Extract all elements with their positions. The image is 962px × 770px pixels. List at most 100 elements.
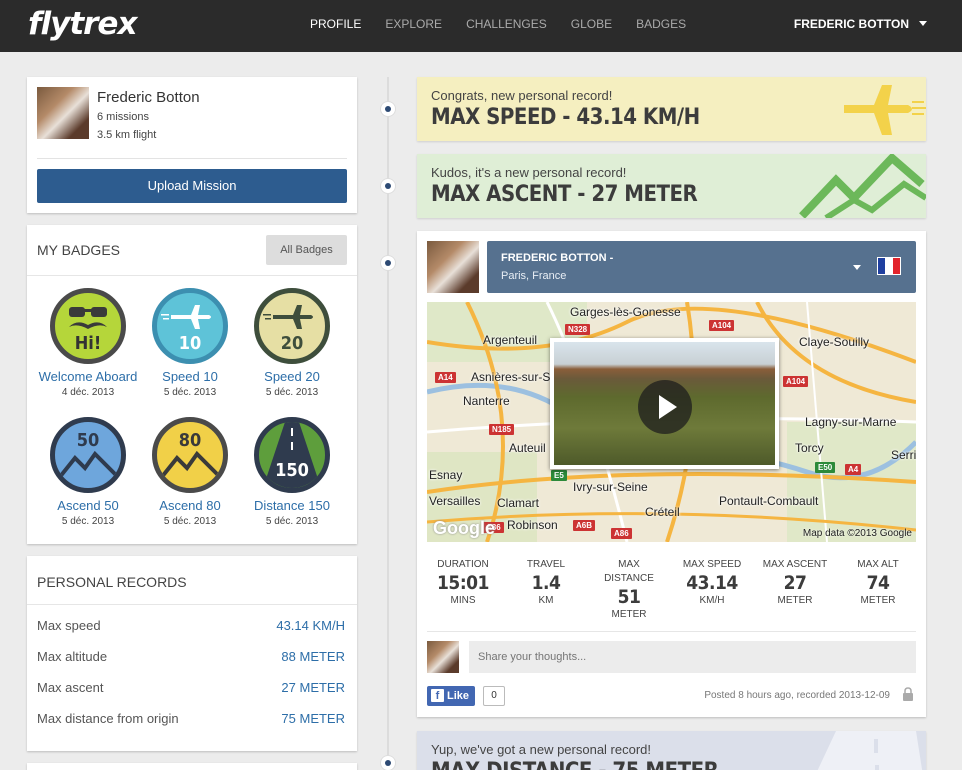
stat-unit: METER xyxy=(611,609,647,620)
badge-label[interactable]: Ascend 50 xyxy=(38,498,138,513)
badge-label[interactable]: Speed 20 xyxy=(242,369,342,384)
profile-name: Frederic Botton xyxy=(97,89,200,106)
posted-info: Posted 8 hours ago, recorded 2013-12-09 xyxy=(704,690,890,701)
badges-title: MY BADGES xyxy=(37,242,120,258)
record-row-max-altitude: Max altitude 88 METER xyxy=(37,649,345,664)
banner-title: MAX ASCENT - 27 METER xyxy=(431,182,698,207)
badge-distance-150[interactable]: 150 Distance 150 5 déc. 2013 xyxy=(242,417,342,527)
badge-text: Hi! xyxy=(74,333,102,354)
stat-unit: MINS xyxy=(450,595,476,606)
user-menu[interactable]: FREDERIC BOTTON xyxy=(794,0,927,48)
record-label: Max speed xyxy=(37,618,101,633)
badge-ascend-50[interactable]: 50 Ascend 50 5 déc. 2013 xyxy=(38,417,138,527)
mountain-icon xyxy=(159,450,221,480)
stat-travel: TRAVEL 1.4 KM xyxy=(504,558,588,608)
road-tag: A104 xyxy=(783,376,809,387)
badge-date: 4 déc. 2013 xyxy=(61,387,115,398)
chevron-down-icon[interactable] xyxy=(853,265,861,270)
play-icon[interactable] xyxy=(638,380,692,434)
record-value[interactable]: 43.14 KM/H xyxy=(276,618,345,633)
record-value[interactable]: 27 METER xyxy=(281,680,345,695)
map-place-label: Robinson xyxy=(507,518,558,532)
record-banner-ascent: Kudos, it's a new personal record! MAX A… xyxy=(417,154,926,218)
divider xyxy=(37,158,347,159)
badge-date: 5 déc. 2013 xyxy=(265,516,319,527)
timeline-dot xyxy=(381,102,395,116)
records-title: PERSONAL RECORDS xyxy=(37,574,187,590)
facebook-icon: f xyxy=(431,689,444,702)
map-place-label: Nanterre xyxy=(463,394,510,408)
map-place-label: Auteuil xyxy=(509,441,546,455)
flytrex-logo[interactable]: flytrex xyxy=(28,6,137,42)
map-attribution[interactable]: Map data ©2013 Google xyxy=(803,528,912,539)
banner-title: MAX SPEED - 43.14 KM/H xyxy=(431,105,700,130)
road-tag: E5 xyxy=(551,470,567,481)
avatar[interactable] xyxy=(37,87,89,139)
badge-ascend-80[interactable]: 80 Ascend 80 5 déc. 2013 xyxy=(140,417,240,527)
stat-value: 74 xyxy=(866,572,890,594)
flight-video-thumbnail[interactable] xyxy=(550,338,779,469)
like-count: 0 xyxy=(483,686,505,706)
comment-input[interactable] xyxy=(469,641,916,673)
banner-subtitle: Kudos, it's a new personal record! xyxy=(431,165,627,180)
flight-map[interactable]: Garges-lès-Gonesse Argenteuil Claye-Soui… xyxy=(427,302,916,542)
divider xyxy=(27,604,357,605)
nav-profile[interactable]: PROFILE xyxy=(310,0,361,52)
badge-text: 10 xyxy=(178,333,202,354)
nav-explore[interactable]: EXPLORE xyxy=(385,0,442,52)
like-label: Like xyxy=(447,690,470,702)
facebook-like-button[interactable]: f Like xyxy=(427,686,475,706)
banner-subtitle: Congrats, new personal record! xyxy=(431,88,613,103)
badge-speed20-icon: 20 xyxy=(254,288,330,364)
record-value[interactable]: 75 METER xyxy=(281,711,345,726)
badge-label[interactable]: Distance 150 xyxy=(242,498,342,513)
record-value[interactable]: 88 METER xyxy=(281,649,345,664)
road-tag: A6B xyxy=(573,520,596,531)
map-place-label: Claye-Souilly xyxy=(799,335,870,349)
all-badges-button[interactable]: All Badges xyxy=(266,235,347,265)
upload-mission-button[interactable]: Upload Mission xyxy=(37,169,347,203)
profile-flight: 3.5 km flight xyxy=(97,129,157,141)
banner-subtitle: Yup, we've got a new personal record! xyxy=(431,742,652,757)
badge-ascend80-icon: 80 xyxy=(152,417,228,493)
timeline-dot xyxy=(381,256,395,270)
stat-value: 51 xyxy=(617,586,641,608)
badge-speed-10[interactable]: 10 Speed 10 5 déc. 2013 xyxy=(140,288,240,398)
profile-card: Frederic Botton 6 missions 3.5 km flight… xyxy=(27,77,357,213)
badge-text: 150 xyxy=(275,460,309,481)
nav-challenges[interactable]: CHALLENGES xyxy=(466,0,547,52)
stat-duration: DURATION 15:01 MINS xyxy=(421,558,505,608)
map-place-label: Esnay xyxy=(429,468,463,482)
record-label: Max altitude xyxy=(37,649,108,664)
stat-value: 43.14 xyxy=(686,572,738,594)
road-icon xyxy=(817,731,923,770)
france-flag-icon xyxy=(877,257,901,275)
badge-ascend50-icon: 50 xyxy=(50,417,126,493)
user-name: FREDERIC BOTTON xyxy=(793,17,909,31)
pilot-avatar[interactable] xyxy=(427,241,479,293)
caret-down-icon xyxy=(919,21,927,26)
mission-card: FREDERIC BOTTON - Paris, France Garges-l… xyxy=(417,231,926,717)
record-row-max-speed: Max speed 43.14 KM/H xyxy=(37,618,345,633)
badge-welcome-aboard[interactable]: Hi! Welcome Aboard 4 déc. 2013 xyxy=(38,288,138,398)
record-label: Max ascent xyxy=(37,680,104,695)
badge-date: 5 déc. 2013 xyxy=(163,516,217,527)
road-tag: A4 xyxy=(845,464,862,475)
road-tag: A86 xyxy=(611,528,632,539)
nav-globe[interactable]: GLOBE xyxy=(571,0,612,52)
map-place-label: Créteil xyxy=(645,505,680,519)
lock-icon[interactable] xyxy=(902,687,914,701)
map-place-label: Versailles xyxy=(429,494,481,508)
stat-max-alt: MAX ALT 74 METER xyxy=(836,558,920,608)
timeline-dot xyxy=(381,179,395,193)
pilot-name[interactable]: FREDERIC BOTTON - xyxy=(501,252,613,264)
nav-badges[interactable]: BADGES xyxy=(636,0,686,52)
badge-distance150-icon: 150 xyxy=(254,417,330,493)
road-tag: A14 xyxy=(435,372,456,383)
badge-label[interactable]: Welcome Aboard xyxy=(38,369,138,384)
stat-unit: METER xyxy=(860,595,896,606)
record-banner-distance: Yup, we've got a new personal record! MA… xyxy=(417,731,926,770)
badge-speed-20[interactable]: 20 Speed 20 5 déc. 2013 xyxy=(242,288,342,398)
badge-label[interactable]: Speed 10 xyxy=(140,369,240,384)
badge-label[interactable]: Ascend 80 xyxy=(140,498,240,513)
